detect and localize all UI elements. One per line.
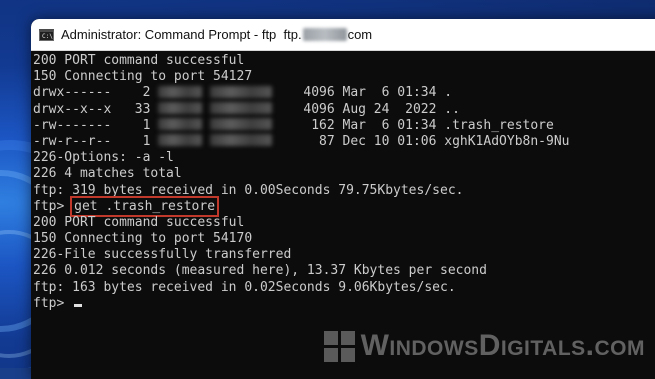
console-line: ftp> [33, 296, 655, 312]
title-bar[interactable]: C:\ Administrator: Command Prompt - ftp … [31, 19, 655, 51]
listing-field [202, 102, 210, 117]
redacted-owner [158, 102, 203, 115]
listing-field [202, 134, 210, 149]
console-line-text: 200 PORT command successful [33, 214, 245, 230]
console-line: ftp: 319 bytes received in 0.00Seconds 7… [33, 183, 655, 199]
listing-field: drwx------ 2 [33, 85, 159, 101]
console-line: 150 Connecting to port 54127 [33, 69, 655, 85]
watermark: WindowsDigitals.com [323, 329, 645, 363]
console-line: drwx------ 2 4096 Mar 6 01:34 . [33, 85, 655, 101]
listing-field: 4096 Aug 24 2022 .. [272, 101, 460, 117]
listing-field: -rw-r--r-- 1 [33, 133, 159, 149]
console-line-text: 226-Options: -a -l [33, 150, 174, 166]
redacted-owner [158, 118, 203, 131]
console-output[interactable]: 200 PORT command successful 150 Connectin… [33, 53, 655, 312]
redacted-owner [210, 85, 273, 98]
redacted-hostname [302, 28, 347, 41]
listing-field [202, 118, 210, 133]
console-line: -rw-r--r-- 1 87 Dec 10 01:06 xghK1AdOYb8… [33, 134, 655, 150]
console-line-text: 226 4 matches total [33, 166, 182, 182]
command-prompt-window[interactable]: C:\ Administrator: Command Prompt - ftp … [31, 19, 655, 379]
console-line: 150 Connecting to port 54170 [33, 231, 655, 247]
console-line-text: 226-File successfully transferred [33, 247, 292, 263]
ftp-prompt: ftp> [33, 295, 73, 311]
windows-logo-icon [323, 330, 355, 362]
highlighted-command: get .trash_restore [70, 195, 220, 217]
watermark-text: WindowsDigitals.com [360, 329, 645, 362]
ftp-prompt: ftp> [33, 198, 73, 214]
console-line-text: ftp: 319 bytes received in 0.00Seconds 7… [33, 182, 464, 198]
listing-field: -rw------- 1 [33, 117, 159, 133]
console-line-text: ftp: 163 bytes received in 0.02Seconds 9… [33, 279, 456, 295]
window-title: Administrator: Command Prompt - ftp ftp.… [61, 27, 372, 42]
console-line: -rw------- 1 162 Mar 6 01:34 .trash_rest… [33, 118, 655, 134]
console-line: ftp> get .trash_restore [33, 195, 655, 217]
listing-field: 4096 Mar 6 01:34 . [272, 85, 453, 101]
redacted-owner [210, 102, 273, 115]
console-line-text: 150 Connecting to port 54127 [33, 69, 253, 85]
console-line-text: 226 0.012 seconds (measured here), 13.37… [33, 263, 487, 279]
console-line: 200 PORT command successful [33, 215, 655, 231]
redacted-owner [210, 134, 273, 147]
listing-field: 87 Dec 10 01:06 xghK1AdOYb8n-9Nu [272, 133, 570, 149]
command-prompt-icon[interactable]: C:\ [39, 28, 54, 41]
text-cursor[interactable] [74, 303, 83, 307]
redacted-owner [158, 134, 203, 147]
console-line: 226 0.012 seconds (measured here), 13.37… [33, 263, 655, 279]
console-line: drwx--x--x 33 4096 Aug 24 2022 .. [33, 102, 655, 118]
console-line: 226-File successfully transferred [33, 247, 655, 263]
console-line: 226 4 matches total [33, 166, 655, 182]
listing-field: drwx--x--x 33 [33, 101, 159, 117]
window-title-prefix: Administrator: Command Prompt - ftp ftp. [61, 27, 302, 42]
console-line-text: 150 Connecting to port 54170 [33, 231, 253, 247]
listing-field [202, 85, 210, 100]
console-line: ftp: 163 bytes received in 0.02Seconds 9… [33, 280, 655, 296]
listing-field: 162 Mar 6 01:34 .trash_restore [272, 117, 554, 133]
console-line: 226-Options: -a -l [33, 150, 655, 166]
console-line: 200 PORT command successful [33, 53, 655, 69]
window-title-suffix: com [347, 27, 373, 42]
redacted-owner [210, 118, 273, 131]
redacted-owner [158, 85, 203, 98]
console-line-text: 200 PORT command successful [33, 53, 245, 68]
